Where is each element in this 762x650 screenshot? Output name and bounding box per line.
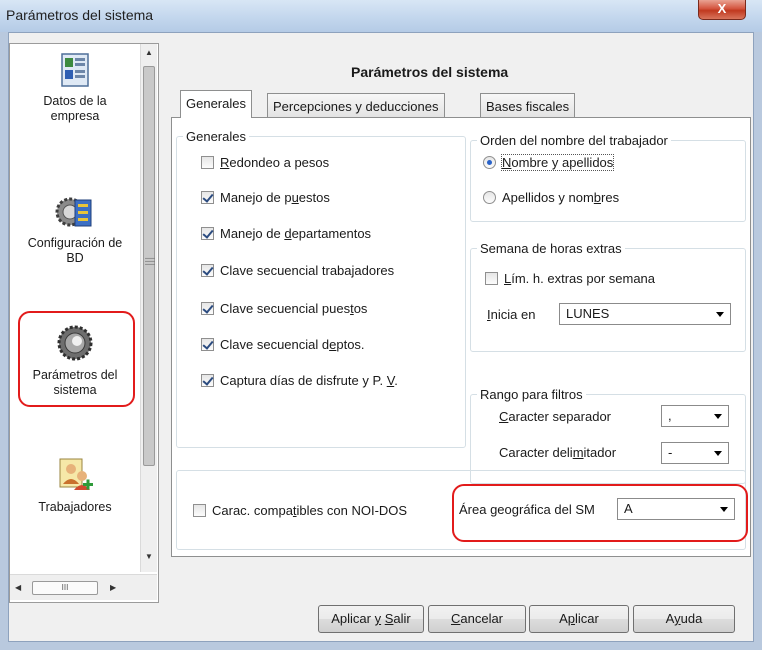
- group-semana-horas-extras: Semana de horas extras Lím. h. extras po…: [470, 241, 746, 352]
- nav-label: Configuración de: [27, 236, 123, 250]
- nav-item-trabajadores[interactable]: Trabajadores: [10, 456, 140, 515]
- radio-button[interactable]: [483, 190, 496, 204]
- checkbox-clave-deptos[interactable]: Clave secuencial deptos.: [201, 335, 365, 353]
- nav-label: Trabajadores: [38, 500, 112, 514]
- inicia-en-label: Inicia en: [487, 307, 536, 322]
- company-data-icon: [61, 53, 89, 87]
- scroll-down-icon[interactable]: ▼: [145, 552, 153, 561]
- radio-label: Nombre y apellidos: [500, 153, 615, 171]
- highlight-outline-area: [452, 484, 748, 542]
- nav-item-configuracion-bd[interactable]: Configuración de BD: [10, 194, 140, 266]
- tab-generales[interactable]: Generales: [180, 90, 252, 118]
- radio-label: Apellidos y nombres: [502, 189, 620, 205]
- checkbox-label: Manejo de departamentos: [220, 225, 372, 241]
- nav-label: BD: [66, 251, 84, 265]
- checkbox-manejo-departamentos[interactable]: Manejo de departamentos: [201, 224, 371, 242]
- checkbox-box[interactable]: [201, 226, 214, 240]
- grip-icon: — — —: [145, 253, 155, 270]
- checkbox-redondeo[interactable]: Redondeo a pesos: [201, 153, 329, 171]
- tab-percepciones-deducciones[interactable]: Percepciones y deducciones: [267, 93, 445, 117]
- chevron-down-icon[interactable]: [714, 414, 722, 419]
- checkbox-clave-puestos[interactable]: Clave secuencial puestos: [201, 299, 367, 317]
- checkbox-noi-dos[interactable]: Carac. compatibles con NOI-DOS: [193, 501, 407, 519]
- checkbox-box[interactable]: [201, 337, 214, 351]
- horizontal-scrollbar[interactable]: ◀ III ▶: [10, 574, 157, 600]
- tab-panel: Generales Redondeo a pesos Manejo de pue…: [171, 117, 751, 557]
- nav-label: Datos de la: [43, 94, 107, 108]
- radio-button[interactable]: [483, 155, 496, 169]
- tab-bases-fiscales[interactable]: Bases fiscales: [480, 93, 576, 117]
- client-area: Datos de la empresa Configuración de BD: [8, 32, 754, 642]
- checkbox-manejo-puestos[interactable]: Manejo de puestos: [201, 188, 330, 206]
- checkbox-lim-extras[interactable]: Lím. h. extras por semana: [485, 269, 655, 287]
- chevron-down-icon[interactable]: [716, 312, 724, 317]
- day-select-value: LUNES: [566, 306, 610, 321]
- nav-item-datos-empresa[interactable]: Datos de la empresa: [10, 52, 140, 124]
- cancelar-button[interactable]: Cancelar: [428, 605, 526, 633]
- close-button[interactable]: X: [698, 0, 746, 20]
- checkbox-clave-trabajadores[interactable]: Clave secuencial trabajadores: [201, 261, 394, 279]
- scroll-right-icon[interactable]: ▶: [110, 583, 116, 592]
- navigation-pane: Datos de la empresa Configuración de BD: [9, 43, 159, 603]
- radio-nombre-apellidos[interactable]: Nombre y apellidos: [483, 153, 615, 171]
- group-title: Semana de horas extras: [477, 241, 625, 256]
- separador-label: Caracter separador: [499, 409, 612, 424]
- nav-label: empresa: [50, 109, 100, 123]
- checkbox-box[interactable]: [201, 155, 214, 169]
- group-title: Generales: [183, 129, 249, 144]
- checkbox-label: Captura días de disfrute y P. V.: [220, 372, 398, 388]
- scroll-left-icon[interactable]: ◀: [15, 583, 21, 592]
- checkbox-captura-dias[interactable]: Captura días de disfrute y P. V.: [201, 371, 398, 389]
- checkbox-box[interactable]: [201, 301, 214, 315]
- checkbox-label: Carac. compatibles con NOI-DOS: [212, 502, 408, 518]
- checkbox-label: Clave secuencial trabajadores: [220, 262, 395, 278]
- checkbox-box[interactable]: [201, 373, 214, 387]
- checkbox-label: Clave secuencial puestos: [220, 300, 368, 316]
- group-title: Orden del nombre del trabajador: [477, 133, 671, 148]
- aplicar-salir-button[interactable]: Aplicar y Salir: [318, 605, 424, 633]
- checkbox-label: Lím. h. extras por semana: [504, 270, 656, 286]
- title-bar[interactable]: Parámetros del sistema X: [0, 0, 762, 32]
- group-title: Rango para filtros: [477, 387, 586, 402]
- highlight-outline-nav: [18, 311, 135, 407]
- aplicar-button[interactable]: Aplicar: [529, 605, 629, 633]
- group-generales: Generales Redondeo a pesos Manejo de pue…: [176, 129, 466, 448]
- checkbox-label: Clave secuencial deptos.: [220, 336, 365, 352]
- day-select[interactable]: LUNES: [559, 303, 731, 325]
- group-orden-nombre: Orden del nombre del trabajador Nombre y…: [470, 133, 746, 222]
- delimitador-select[interactable]: -: [661, 442, 729, 464]
- checkbox-label: Redondeo a pesos: [220, 154, 330, 170]
- panel-title: Parámetros del sistema: [351, 64, 509, 80]
- horizontal-scroll-thumb[interactable]: III: [32, 581, 98, 595]
- delimitador-label: Caracter delimitador: [499, 445, 617, 460]
- delimitador-value: -: [668, 445, 673, 460]
- database-config-icon: [55, 197, 92, 227]
- checkbox-box[interactable]: [485, 271, 498, 285]
- dialog-window: Parámetros del sistema X Datos de la emp…: [0, 0, 762, 650]
- vertical-scrollbar[interactable]: ▲ — — — ▼: [140, 44, 157, 572]
- checkbox-label: Manejo de puestos: [220, 189, 330, 205]
- workers-icon: [59, 458, 93, 490]
- checkbox-box[interactable]: [201, 263, 214, 277]
- radio-apellidos-nombres[interactable]: Apellidos y nombres: [483, 188, 619, 206]
- vertical-scroll-thumb[interactable]: — — —: [143, 66, 155, 466]
- ayuda-button[interactable]: Ayuda: [633, 605, 735, 633]
- chevron-down-icon[interactable]: [714, 451, 722, 456]
- separador-value: ,: [668, 408, 672, 423]
- separador-select[interactable]: ,: [661, 405, 729, 427]
- window-title: Parámetros del sistema: [6, 7, 154, 23]
- scroll-up-icon[interactable]: ▲: [145, 48, 153, 57]
- checkbox-box[interactable]: [201, 190, 214, 204]
- checkbox-box[interactable]: [193, 503, 206, 517]
